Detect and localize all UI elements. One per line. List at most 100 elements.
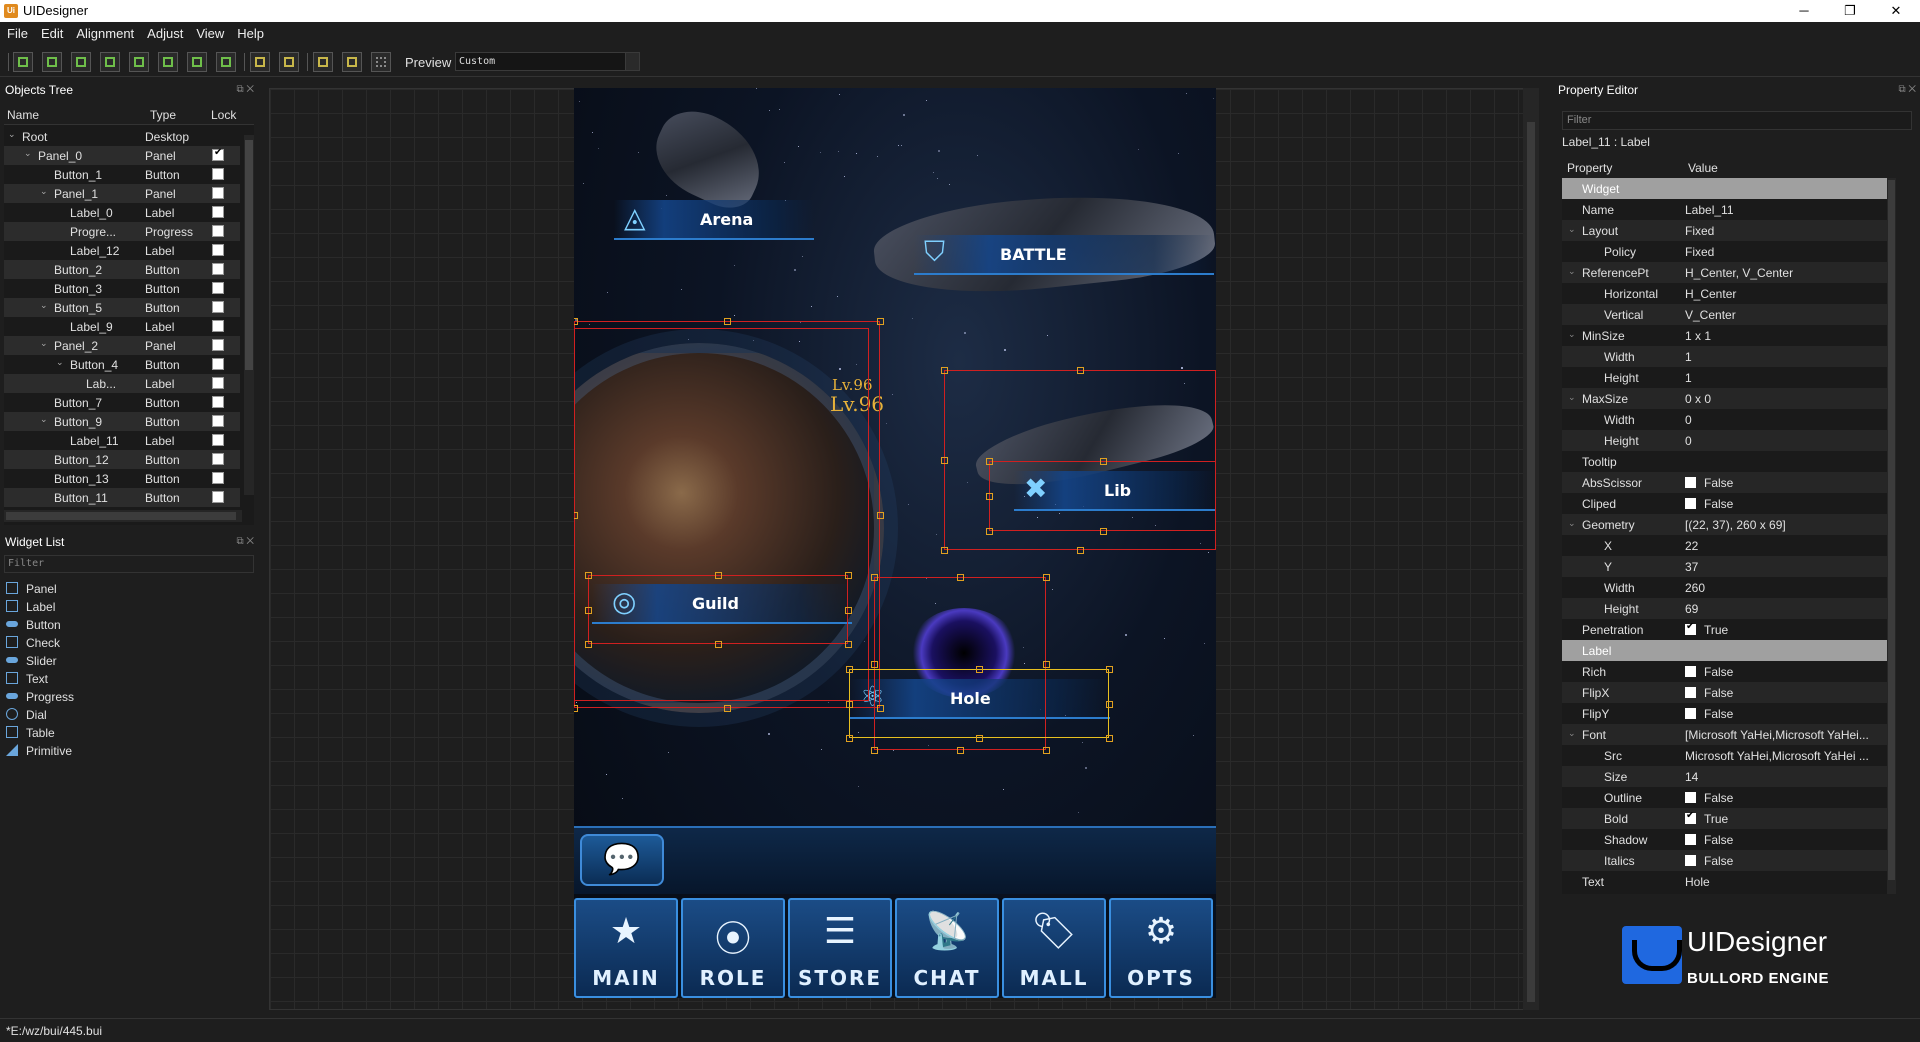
lock-checkbox[interactable] (212, 358, 224, 370)
property-row[interactable]: Text Hole (1562, 871, 1896, 892)
property-value[interactable]: V_Center (1685, 308, 1895, 322)
property-value[interactable]: 0 (1685, 434, 1895, 448)
property-row[interactable]: FlipX False (1562, 682, 1896, 703)
property-value[interactable]: True (1685, 812, 1895, 826)
resize-handle[interactable] (871, 747, 878, 754)
nav-mall[interactable]: 🏷 MALL (1002, 898, 1106, 998)
property-value[interactable]: Fixed (1685, 224, 1895, 238)
lock-checkbox[interactable] (212, 472, 224, 484)
resize-handle[interactable] (871, 574, 878, 581)
expand-arrow-icon[interactable]: ⌄ (40, 414, 48, 425)
lock-checkbox[interactable] (212, 491, 224, 503)
property-value[interactable]: 37 (1685, 560, 1895, 574)
battle-button[interactable]: ⛉ BATTLE (914, 235, 1214, 275)
resize-handle[interactable] (845, 641, 852, 648)
chevron-down-icon[interactable] (625, 53, 639, 70)
property-checkbox[interactable] (1685, 623, 1696, 635)
resize-handle[interactable] (941, 547, 948, 554)
property-filter-input[interactable]: Filter (1562, 111, 1912, 130)
property-value[interactable]: 22 (1685, 539, 1895, 553)
property-row[interactable]: Height 1 (1562, 367, 1896, 388)
tree-row[interactable]: ⌄ Button_5 Button (4, 298, 240, 317)
property-value[interactable]: 1 (1685, 371, 1895, 385)
resize-handle[interactable] (574, 511, 578, 519)
expand-arrow-icon[interactable]: ⌄ (1568, 266, 1576, 277)
expand-arrow-icon[interactable]: ⌄ (1568, 392, 1576, 403)
property-checkbox[interactable] (1685, 477, 1696, 488)
menu-alignment[interactable]: Alignment (69, 22, 140, 41)
property-value[interactable]: H_Center (1685, 287, 1895, 301)
distribute-h-icon[interactable] (250, 52, 270, 72)
tree-row[interactable]: Button_11 Button (4, 488, 240, 507)
tree-hscrollbar[interactable] (4, 510, 242, 522)
property-row[interactable]: Width 260 (1562, 577, 1896, 598)
lock-checkbox[interactable] (212, 225, 224, 237)
resize-handle[interactable] (1106, 735, 1113, 742)
property-value[interactable]: False (1685, 854, 1895, 868)
arena-button[interactable]: ◬ Arena (614, 200, 814, 240)
expand-arrow-icon[interactable]: ⌄ (1568, 224, 1576, 235)
property-value[interactable]: False (1685, 665, 1895, 679)
menu-file[interactable]: File (0, 22, 34, 41)
resize-handle[interactable] (724, 318, 731, 325)
property-row[interactable]: Y 37 (1562, 556, 1896, 577)
property-row[interactable]: Height 0 (1562, 430, 1896, 451)
resize-handle[interactable] (957, 747, 964, 754)
col-name[interactable]: Name (7, 108, 39, 122)
expand-arrow-icon[interactable]: ⌄ (56, 357, 64, 368)
property-row[interactable]: ⌄ ReferencePt H_Center, V_Center (1562, 262, 1896, 283)
resize-handle[interactable] (1077, 367, 1084, 374)
property-value[interactable]: 1 (1685, 350, 1895, 364)
property-row[interactable]: ⌄ Geometry [(22, 37), 260 x 69] (1562, 514, 1896, 535)
tree-row[interactable]: ⌄ Button_9 Button (4, 412, 240, 431)
selected-widget-box[interactable] (849, 669, 1109, 738)
property-row[interactable]: Rich False (1562, 661, 1896, 682)
same-width-icon[interactable] (187, 52, 207, 72)
resize-handle[interactable] (846, 700, 853, 708)
align-hcenter-icon[interactable] (129, 52, 149, 72)
lock-checkbox[interactable] (212, 415, 224, 427)
resize-handle[interactable] (976, 666, 983, 673)
resize-handle[interactable] (976, 735, 983, 742)
property-row[interactable]: ⌄ MaxSize 0 x 0 (1562, 388, 1896, 409)
nav-store[interactable]: ☰ STORE (788, 898, 892, 998)
expand-arrow-icon[interactable]: ⌄ (8, 129, 16, 140)
resize-handle[interactable] (957, 574, 964, 581)
col-type[interactable]: Type (150, 108, 176, 122)
property-value[interactable]: False (1685, 707, 1895, 721)
tree-row[interactable]: Button_2 Button (4, 260, 240, 279)
resize-handle[interactable] (1043, 747, 1050, 754)
resize-handle[interactable] (715, 572, 722, 579)
expand-arrow-icon[interactable]: ⌄ (40, 186, 48, 197)
property-row[interactable]: Widget (1562, 178, 1896, 199)
property-row[interactable]: Shadow False (1562, 829, 1896, 850)
property-row[interactable]: FlipY False (1562, 703, 1896, 724)
expand-arrow-icon[interactable]: ⌄ (40, 338, 48, 349)
resize-handle[interactable] (877, 511, 884, 519)
resize-handle[interactable] (574, 318, 578, 325)
menu-view[interactable]: View (189, 22, 230, 41)
resize-handle[interactable] (877, 318, 884, 325)
lock-checkbox[interactable] (212, 301, 224, 313)
property-row[interactable]: ⌄ Font [Microsoft YaHei,Microsoft YaHei... (1562, 724, 1896, 745)
property-row[interactable]: Name Label_11 (1562, 199, 1896, 220)
tree-row[interactable]: Button_3 Button (4, 279, 240, 298)
lock-checkbox[interactable] (212, 147, 224, 161)
property-value[interactable]: 14 (1685, 770, 1895, 784)
align-left-icon[interactable] (13, 52, 33, 72)
lock-checkbox[interactable] (212, 320, 224, 332)
resize-handle[interactable] (986, 493, 993, 500)
nav-opts[interactable]: ⚙ OPTS (1109, 898, 1213, 998)
resize-handle[interactable] (1043, 660, 1050, 668)
property-value[interactable]: H_Center, V_Center (1685, 266, 1895, 280)
property-row[interactable]: Policy Fixed (1562, 241, 1896, 262)
property-row[interactable]: Bold True (1562, 808, 1896, 829)
tree-row[interactable]: Label_11 Label (4, 431, 240, 450)
resize-handle[interactable] (1077, 547, 1084, 554)
property-row[interactable]: Src Microsoft YaHei,Microsoft YaHei ... (1562, 745, 1896, 766)
property-value[interactable]: 0 (1685, 413, 1895, 427)
resize-handle[interactable] (1106, 666, 1113, 673)
tree-row[interactable]: Button_7 Button (4, 393, 240, 412)
property-checkbox[interactable] (1685, 855, 1696, 866)
panel-float-close-icon[interactable]: ⧉ ✕ (236, 81, 254, 99)
